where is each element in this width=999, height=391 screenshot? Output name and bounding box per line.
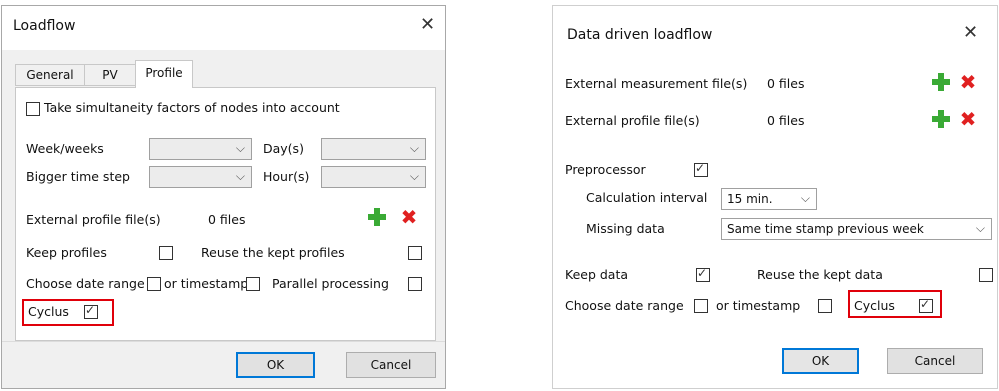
ok-label: OK: [811, 354, 830, 368]
tab-general-label: General: [26, 68, 74, 82]
missing-data-label: Missing data: [586, 221, 665, 236]
preprocessor-checkbox[interactable]: [694, 161, 708, 177]
calc-interval-select[interactable]: 15 min. ⌵: [721, 188, 817, 210]
ext-profile-count: 0 files: [208, 212, 246, 227]
tab-pv-label: PV: [102, 68, 118, 82]
close-icon[interactable]: ✕: [420, 15, 435, 35]
day-select[interactable]: ⌵: [321, 138, 426, 160]
hour-select[interactable]: ⌵: [321, 166, 426, 188]
choose-date-label: Choose date range: [565, 298, 684, 313]
cancel-label: Cancel: [370, 358, 412, 372]
data-driven-loadflow-dialog: Data driven loadflow ✕ External measurem…: [552, 5, 998, 389]
parallel-label: Parallel processing: [272, 276, 389, 291]
dialog-footer: OK Cancel: [2, 341, 445, 388]
bigger-step-select[interactable]: ⌵: [149, 166, 252, 188]
week-label: Week/weeks: [26, 141, 104, 156]
missing-data-value: Same time stamp previous week: [727, 222, 924, 236]
cancel-label: Cancel: [914, 354, 956, 368]
ext-measure-count: 0 files: [767, 76, 805, 91]
chevron-down-icon: ⌵: [235, 169, 245, 183]
dialog-titlebar: Data driven loadflow ✕: [553, 6, 997, 56]
chevron-down-icon: ⌵: [975, 221, 985, 235]
reuse-profiles-checkbox[interactable]: [408, 246, 422, 260]
remove-icon[interactable]: ✖: [958, 72, 978, 92]
add-icon[interactable]: [931, 72, 951, 92]
cancel-button[interactable]: Cancel: [887, 348, 983, 374]
choose-date-label: Choose date range: [26, 276, 145, 291]
timestamp-checkbox[interactable]: [818, 299, 832, 313]
chevron-down-icon: ⌵: [800, 191, 810, 205]
ext-profile-label: External profile file(s): [565, 113, 700, 128]
ext-profile-label: External profile file(s): [26, 212, 161, 227]
keep-profiles-label: Keep profiles: [26, 245, 107, 260]
choose-date-checkbox[interactable]: [147, 277, 161, 291]
chevron-down-icon: ⌵: [409, 169, 419, 183]
reuse-data-label: Reuse the kept data: [757, 267, 883, 282]
keep-data-checkbox[interactable]: [696, 266, 710, 282]
add-icon[interactable]: [367, 207, 387, 227]
cyclus-label: Cyclus: [854, 298, 895, 313]
add-icon[interactable]: [931, 109, 951, 129]
ok-button[interactable]: OK: [236, 352, 315, 378]
tab-pv[interactable]: PV: [84, 64, 136, 86]
hour-label: Hour(s): [263, 169, 310, 184]
dialog-title: Data driven loadflow: [567, 27, 713, 43]
timestamp-checkbox[interactable]: [246, 277, 260, 291]
cyclus-checkbox[interactable]: [84, 303, 98, 319]
remove-icon[interactable]: ✖: [399, 207, 419, 227]
cyclus-label: Cyclus: [28, 304, 69, 319]
simultaneity-label: Take simultaneity factors of nodes into …: [44, 100, 340, 115]
choose-date-checkbox[interactable]: [694, 299, 708, 313]
tab-general[interactable]: General: [15, 64, 85, 86]
week-select[interactable]: ⌵: [149, 138, 252, 160]
tab-profile-label: Profile: [145, 66, 183, 80]
ext-profile-count: 0 files: [767, 113, 805, 128]
chevron-down-icon: ⌵: [409, 141, 419, 155]
dialog-titlebar: Loadflow ✕: [2, 6, 445, 50]
ext-measure-label: External measurement file(s): [565, 76, 748, 91]
bigger-step-label: Bigger time step: [26, 169, 130, 184]
dialog-footer: OK Cancel: [553, 342, 997, 388]
preprocessor-label: Preprocessor: [565, 162, 646, 177]
simultaneity-checkbox[interactable]: [26, 102, 40, 116]
remove-icon[interactable]: ✖: [958, 109, 978, 129]
close-icon[interactable]: ✕: [963, 23, 978, 43]
reuse-profiles-label: Reuse the kept profiles: [201, 245, 345, 260]
keep-data-label: Keep data: [565, 267, 629, 282]
chevron-down-icon: ⌵: [235, 141, 245, 155]
or-timestamp-label: or timestamp: [716, 298, 801, 313]
reuse-data-checkbox[interactable]: [979, 268, 993, 282]
cyclus-checkbox[interactable]: [919, 297, 933, 313]
loadflow-dialog: Loadflow ✕ General PV Profile Take simul…: [1, 5, 446, 389]
calc-interval-value: 15 min.: [727, 192, 773, 206]
calc-interval-label: Calculation interval: [586, 190, 708, 205]
profile-panel: Take simultaneity factors of nodes into …: [15, 87, 436, 341]
parallel-checkbox[interactable]: [408, 277, 422, 291]
missing-data-select[interactable]: Same time stamp previous week ⌵: [721, 218, 992, 240]
day-label: Day(s): [263, 141, 304, 156]
keep-profiles-checkbox[interactable]: [159, 246, 173, 260]
cancel-button[interactable]: Cancel: [346, 352, 436, 378]
ok-button[interactable]: OK: [782, 348, 859, 374]
tab-profile[interactable]: Profile: [135, 60, 193, 88]
ok-label: OK: [266, 358, 285, 372]
or-timestamp-label: or timestamp: [164, 276, 249, 291]
dialog-title: Loadflow: [13, 18, 76, 34]
